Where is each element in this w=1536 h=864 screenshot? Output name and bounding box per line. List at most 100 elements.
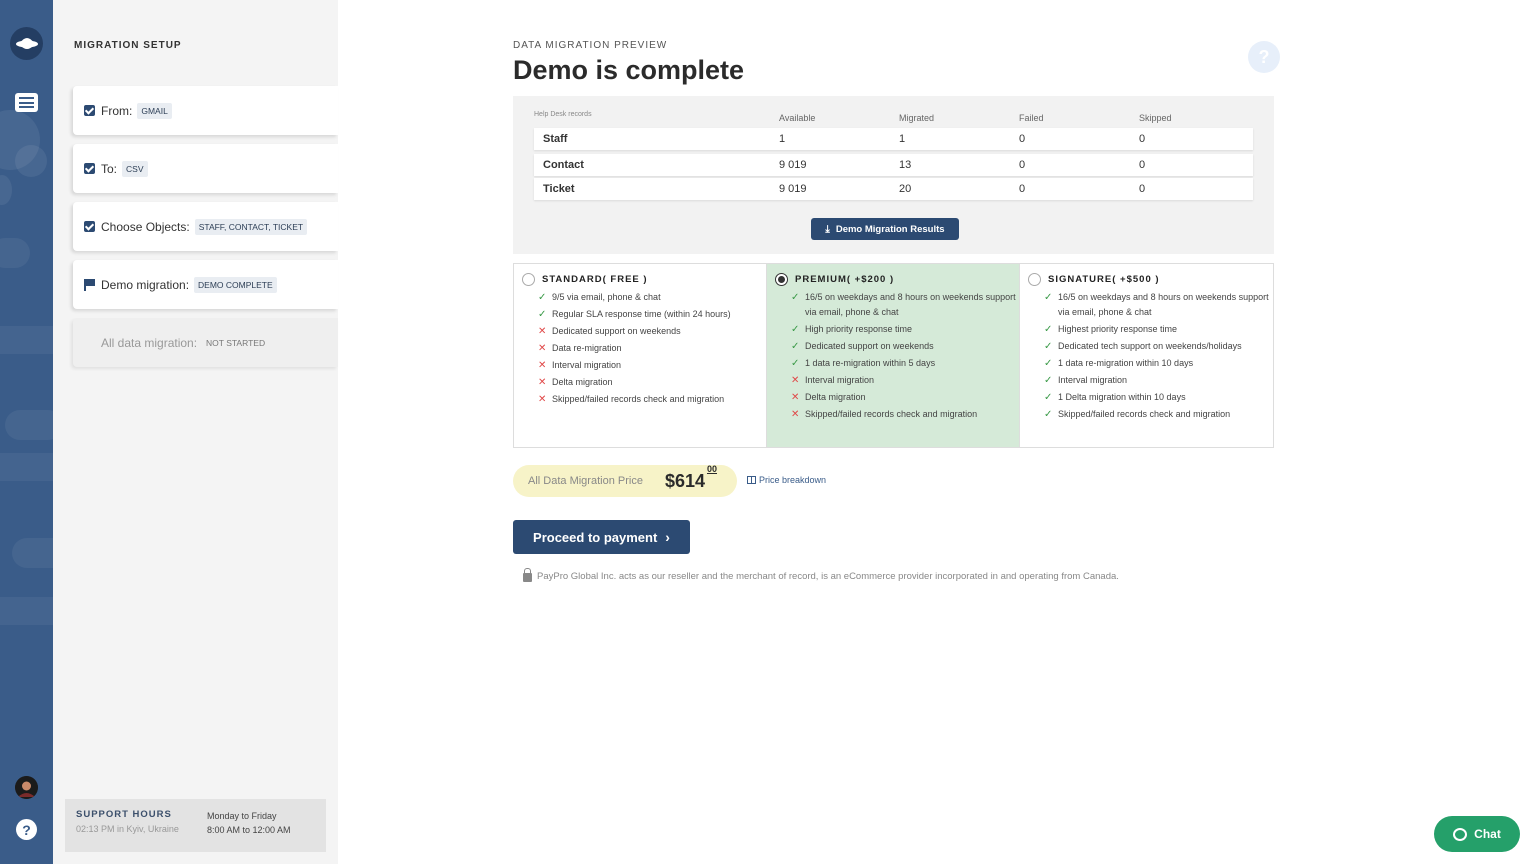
plan-feature: ✕ Interval migration xyxy=(538,360,622,371)
plan-feature: ✓ Dedicated tech support on weekends/holi… xyxy=(1044,341,1242,352)
migration-price: All Data Migration Price $61400 xyxy=(513,463,737,497)
check-icon: ✓ xyxy=(538,309,547,320)
support-days: Monday to Friday xyxy=(207,811,277,821)
column-header: Failed xyxy=(1019,113,1044,123)
plan-feature: ✓ 16/5 on weekdays and 8 hours on weekend… xyxy=(791,292,1016,317)
cross-icon: ✕ xyxy=(538,343,547,354)
check-icon: ✓ xyxy=(1044,341,1053,352)
price-breakdown-link[interactable]: Price breakdown xyxy=(747,475,826,485)
step-label: From: xyxy=(101,103,133,118)
step-label: Choose Objects: xyxy=(101,219,190,234)
plan-radio[interactable] xyxy=(522,272,535,286)
flag-icon xyxy=(84,278,95,291)
plan-feature: ✕ Dedicated support on weekends xyxy=(538,326,681,337)
cross-icon: ✕ xyxy=(791,409,800,420)
page-eyebrow: DATA MIGRATION PREVIEW xyxy=(513,40,668,51)
reseller-notice: PayPro Global Inc. acts as our reseller … xyxy=(523,568,1119,582)
plan-feature: ✕ Delta migration xyxy=(538,377,613,388)
step-choose-objects[interactable]: Choose Objects: STAFF, CONTACT, TICKET xyxy=(73,202,338,251)
chevron-right-icon: › xyxy=(665,529,670,545)
help-icon[interactable]: ? xyxy=(16,819,37,840)
planet-icon xyxy=(15,37,38,49)
proceed-to-payment-button[interactable]: Proceed to payment › xyxy=(513,520,690,554)
record-available: 9 019 xyxy=(779,183,807,195)
chat-label: Chat xyxy=(1474,827,1501,841)
step-demo-migration[interactable]: Demo migration: DEMO COMPLETE xyxy=(73,260,338,309)
page-title: Demo is complete xyxy=(513,55,745,85)
cross-icon: ✕ xyxy=(538,360,547,371)
table-row: Staff 1 1 0 0 xyxy=(534,128,1253,150)
plan-feature: ✕ Skipped/failed records check and migrat… xyxy=(538,394,725,405)
column-header: Help Desk records xyxy=(534,111,592,118)
step-from[interactable]: From: GMAIL xyxy=(73,86,338,135)
user-avatar-icon xyxy=(15,776,38,799)
demo-results-download-button[interactable]: ⤓ Demo Migration Results xyxy=(811,218,959,240)
price-label: All Data Migration Price xyxy=(528,475,643,487)
help-button[interactable]: ? xyxy=(1248,41,1280,73)
check-icon: ✓ xyxy=(791,324,800,335)
cross-icon: ✕ xyxy=(538,377,547,388)
cross-icon: ✕ xyxy=(791,375,800,386)
plan-name: SIGNATURE( +$500 ) xyxy=(1048,273,1160,285)
step-tag: STAFF, CONTACT, TICKET xyxy=(194,218,308,235)
cross-icon: ✕ xyxy=(538,326,547,337)
migration-sidebar: MIGRATION SETUP From: GMAIL To: CSV Choo… xyxy=(53,0,338,864)
support-hours: SUPPORT HOURS 02:13 PM in Kyiv, Ukraine … xyxy=(65,799,326,852)
check-icon: ✓ xyxy=(1044,292,1053,303)
plan-feature: ✓ Dedicated support on weekends xyxy=(791,341,934,352)
column-header: Available xyxy=(779,113,816,123)
check-icon: ✓ xyxy=(1044,409,1053,420)
check-icon: ✓ xyxy=(791,358,800,369)
check-icon: ✓ xyxy=(791,341,800,352)
plan-feature: ✓ 1 Delta migration within 10 days xyxy=(1044,392,1186,403)
plan-feature: ✓ 16/5 on weekdays and 8 hours on weekend… xyxy=(1044,292,1269,317)
rail-decoration xyxy=(0,326,53,354)
lock-icon xyxy=(523,568,532,582)
check-icon: ✓ xyxy=(538,292,547,303)
record-name: Ticket xyxy=(543,183,575,195)
reseller-notice-text: PayPro Global Inc. acts as our reseller … xyxy=(537,571,1119,582)
list-icon[interactable] xyxy=(15,93,38,112)
avatar[interactable] xyxy=(15,776,38,799)
plan-feature: ✓ 9/5 via email, phone & chat xyxy=(538,292,661,303)
cross-icon: ✕ xyxy=(791,392,800,403)
cross-icon: ✕ xyxy=(538,394,547,405)
download-icon: ⤓ xyxy=(825,223,830,235)
plan-premium[interactable]: PREMIUM( +$200 ) ✓ 16/5 on weekdays and 8… xyxy=(767,264,1020,447)
price-amount: $61400 xyxy=(664,463,717,491)
rail-decoration xyxy=(0,238,30,268)
app-rail: ? xyxy=(0,0,53,864)
plan-feature: ✕ Data re-migration xyxy=(538,343,622,354)
plan-feature: ✓ Highest priority response time xyxy=(1044,324,1178,335)
step-label: Demo migration: xyxy=(101,277,190,292)
record-failed: 0 xyxy=(1019,183,1026,195)
plan-feature: ✓ 1 data re-migration within 5 days xyxy=(791,358,936,369)
sidebar-title: MIGRATION SETUP xyxy=(74,40,182,51)
record-available: 9 019 xyxy=(779,159,807,171)
records-panel: Help Desk records Available Migrated Fai… xyxy=(513,96,1274,254)
plan-radio-selected[interactable] xyxy=(775,272,788,286)
plan-feature: ✓ Skipped/failed records check and migrat… xyxy=(1044,409,1231,420)
column-header: Skipped xyxy=(1139,113,1172,123)
record-name: Contact xyxy=(543,159,584,171)
step-to[interactable]: To: CSV xyxy=(73,144,338,193)
app-logo-icon[interactable] xyxy=(10,27,43,60)
record-available: 1 xyxy=(779,133,786,145)
table-row: Contact 9 019 13 0 0 xyxy=(534,154,1253,176)
step-label: All data migration: xyxy=(101,335,198,350)
plan-signature[interactable]: SIGNATURE( +$500 ) ✓ 16/5 on weekdays and… xyxy=(1020,264,1273,447)
check-icon: ✓ xyxy=(1044,324,1053,335)
step-all-data-migration: All data migration: NOT STARTED xyxy=(73,318,338,367)
plan-name: PREMIUM( +$200 ) xyxy=(795,273,895,285)
chat-button[interactable]: Chat xyxy=(1434,816,1520,852)
support-plans: STANDARD( FREE ) ✓ 9/5 via email, phone &… xyxy=(513,263,1274,448)
plan-feature: ✕ Skipped/failed records check and migrat… xyxy=(791,409,978,420)
plan-feature: ✓ Regular SLA response time (within 24 ho… xyxy=(538,309,731,320)
price-cents: 00 xyxy=(706,463,717,474)
step-tag: CSV xyxy=(122,160,148,177)
plan-standard[interactable]: STANDARD( FREE ) ✓ 9/5 via email, phone &… xyxy=(514,264,767,447)
step-tag: GMAIL xyxy=(137,102,172,119)
plan-radio[interactable] xyxy=(1028,272,1041,286)
rail-decoration xyxy=(0,453,53,481)
rail-decoration xyxy=(15,145,47,177)
